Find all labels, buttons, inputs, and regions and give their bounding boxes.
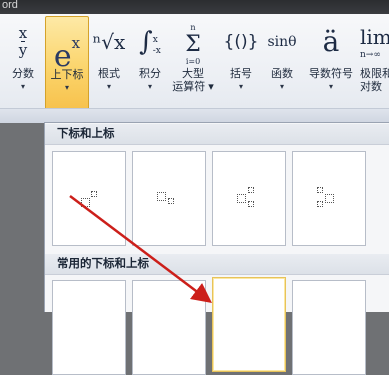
chevron-down-icon: ▾ [328,82,333,91]
chevron-down-icon: ▾ [20,82,25,91]
left-sub-superscript-template[interactable] [292,151,366,246]
fraction-button[interactable]: xy 分数 ▾ [4,16,42,116]
integral-button[interactable]: ∫x -x 积分 ▾ [131,16,169,116]
large-operator-icon: n Σ i=0 [185,23,201,66]
superscript-template[interactable] [52,151,126,246]
radical-icon: ⁿ√x [92,30,126,54]
radical-button[interactable]: ⁿ√x 根式 ▾ [90,16,128,116]
radical-label: 根式 [98,68,120,80]
title-bar: ord [0,0,389,14]
common-script-item-2[interactable] [132,280,206,375]
common-script-item-1[interactable] [52,280,126,375]
bracket-button[interactable]: {()} 括号 ▾ [222,16,260,116]
section-header-scripts: 下标和上标 [45,124,389,145]
chevron-down-icon: ▾ [64,83,69,92]
integral-label: 积分 [139,68,161,80]
subscript-template[interactable] [132,151,206,246]
sub-superscript-template[interactable] [212,151,286,246]
limit-button[interactable]: lim n→∞ 极限和 对数 [360,16,389,116]
chevron-down-icon: ▾ [147,82,152,91]
ribbon: xy 分数 ▾ ex 上下标 ▾ ⁿ√x 根式 ▾ ∫x -x 积分 ▾ n Σ … [0,14,389,123]
limit-icon: lim n→∞ [360,25,389,60]
large-operator-label-line2: 运算符 ▾ [172,81,214,93]
accent-button[interactable]: ä 导数符号 ▾ [304,16,358,116]
function-icon: sinθ [267,34,297,50]
large-operator-button[interactable]: n Σ i=0 大型 运算符 ▾ [171,16,215,116]
ribbon-group-bar [0,108,389,123]
limit-label-line2: 对数 [360,81,382,93]
common-script-item-3[interactable] [212,277,286,372]
fraction-label: 分数 [12,68,34,80]
window-title: ord [2,0,18,11]
accent-icon: ä [322,25,340,58]
chevron-down-icon: ▾ [279,82,284,91]
script-button[interactable]: ex 上下标 ▾ [45,16,89,114]
script-label: 上下标 [50,69,84,81]
chevron-down-icon: ▾ [238,82,243,91]
integral-icon: ∫x -x [139,27,161,57]
script-gallery: 下标和上标 常用的下标和上标 [44,122,389,375]
accent-label: 导数符号 [309,68,353,80]
bracket-label: 括号 [230,68,252,80]
function-button[interactable]: sinθ 函数 ▾ [262,16,302,116]
section-header-common-scripts: 常用的下标和上标 [45,254,389,275]
common-script-item-4[interactable] [292,280,366,375]
limit-label: 极限和 [360,68,389,80]
bracket-icon: {()} [223,32,259,52]
fraction-icon: xy [18,24,28,60]
script-icon: ex [53,34,81,74]
large-operator-label: 大型 [182,68,204,80]
chevron-down-icon: ▾ [106,82,111,91]
function-label: 函数 [271,68,293,80]
